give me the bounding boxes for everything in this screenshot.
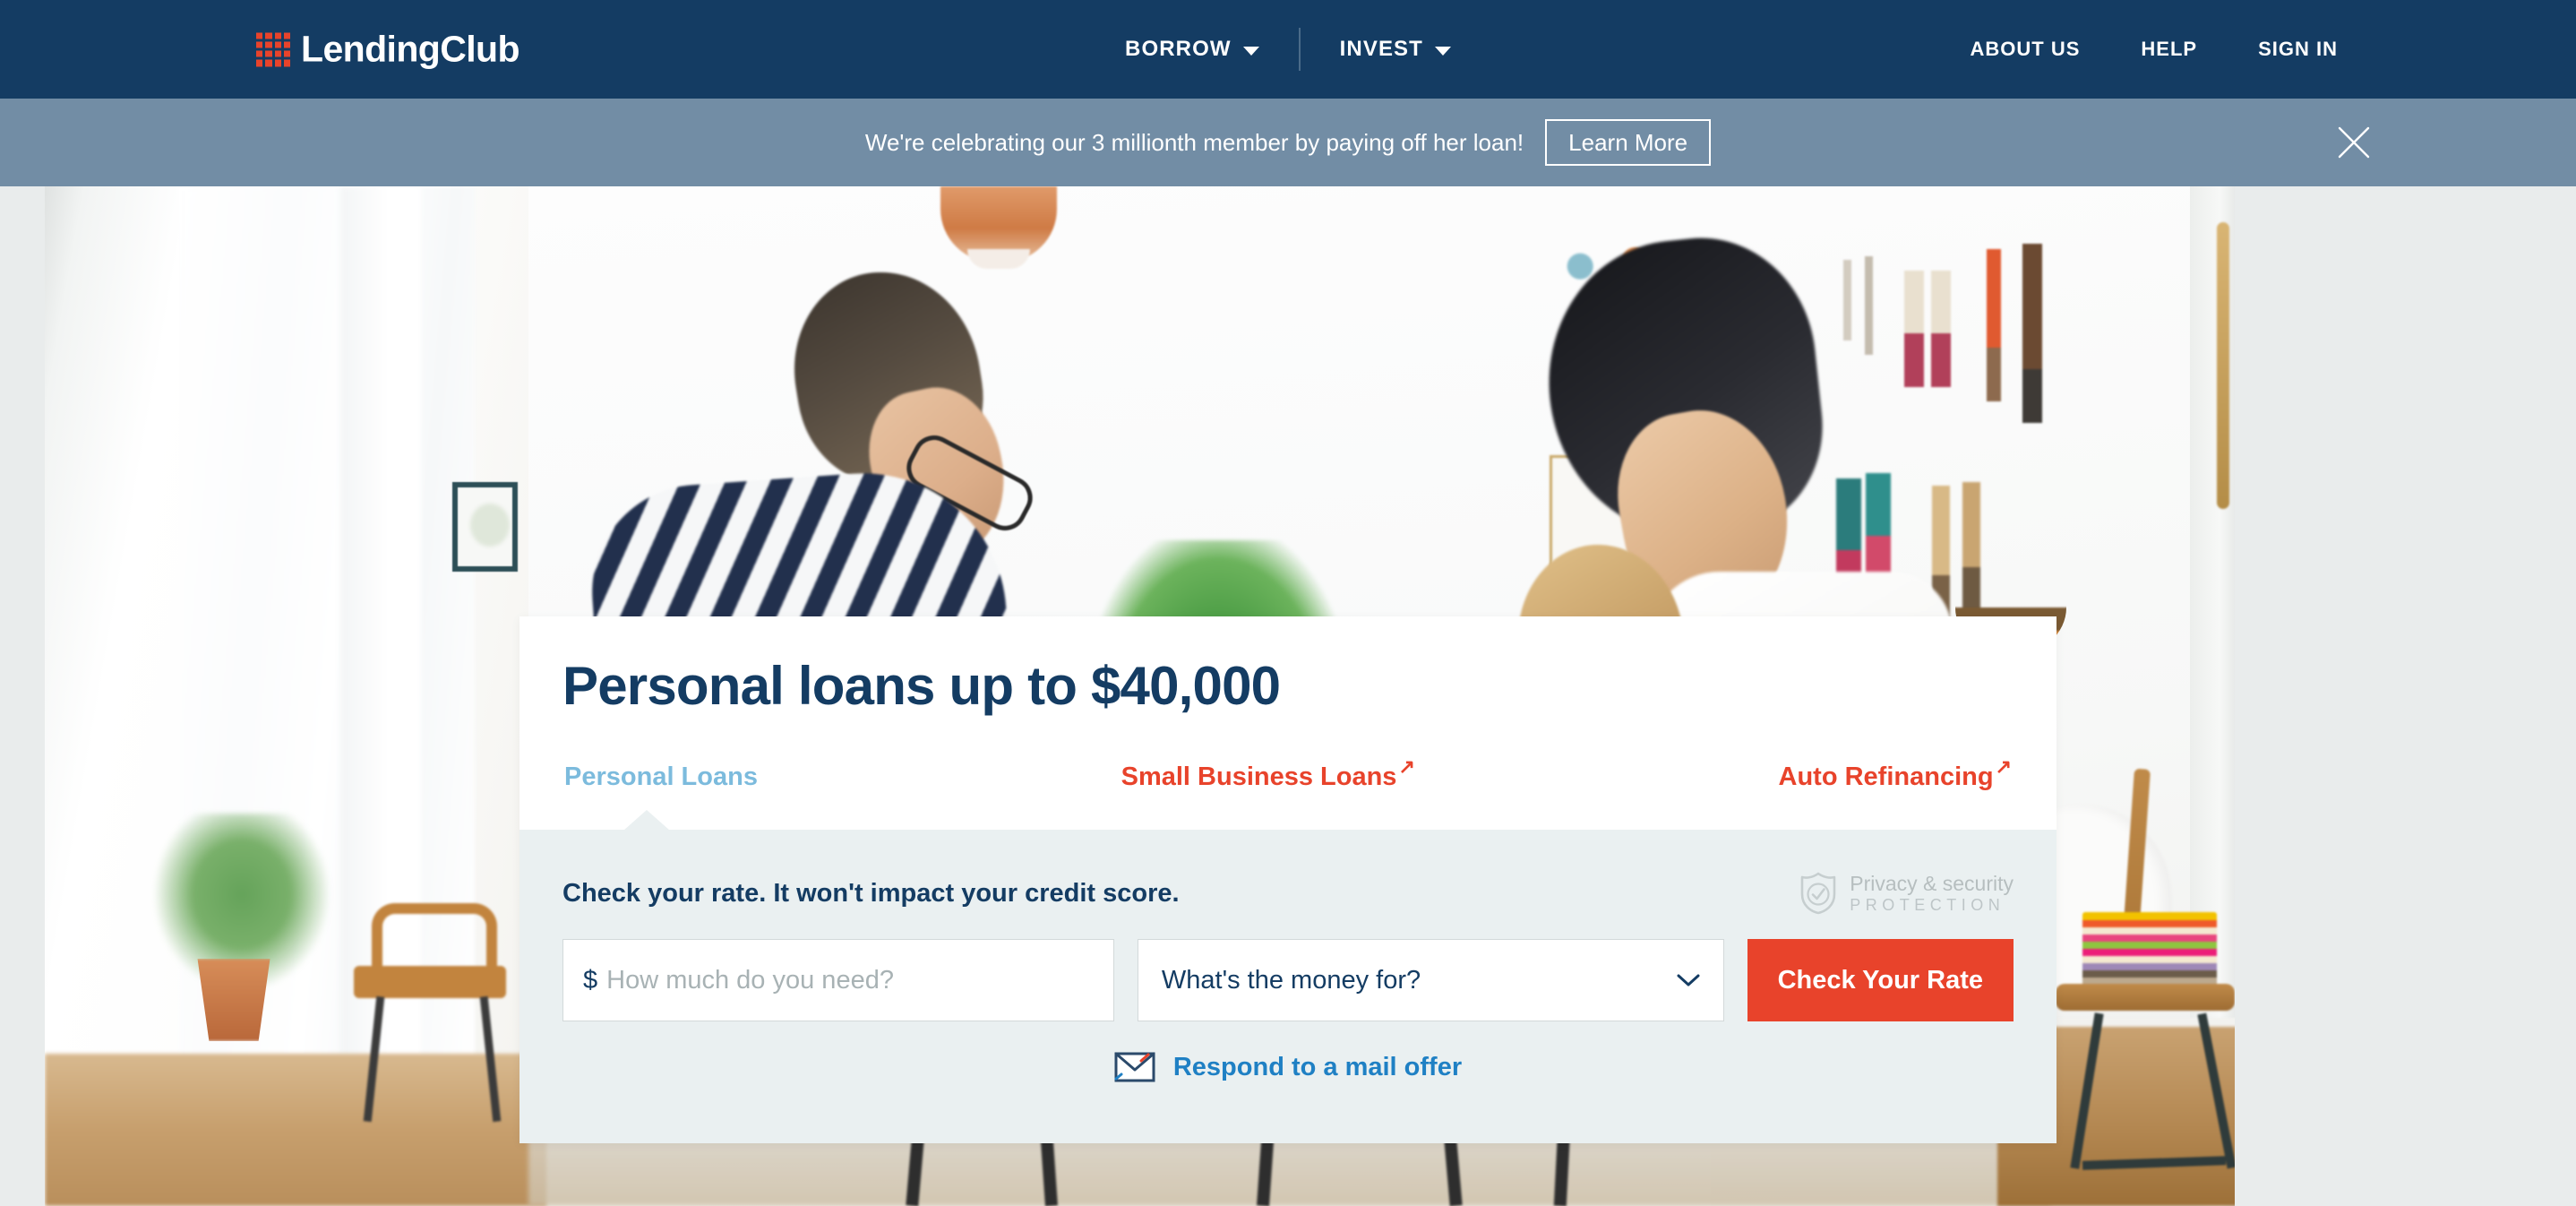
secondary-nav: ABOUT US HELP SIGN IN	[1971, 38, 2338, 61]
page-root: LendingClub BORROW INVEST ABOUT US HELP …	[0, 0, 2576, 1206]
announcement-content: We're celebrating our 3 millionth member…	[864, 119, 1712, 166]
nav-item-invest[interactable]: INVEST	[1340, 37, 1451, 62]
nav-item-sign-in[interactable]: SIGN IN	[2258, 38, 2338, 61]
respond-to-mail-offer-link[interactable]: Respond to a mail offer	[1173, 1053, 1462, 1082]
tab-auto-refinancing-label: Auto Refinancing	[1778, 762, 1994, 791]
chevron-down-icon	[1434, 46, 1451, 56]
learn-more-button[interactable]: Learn More	[1545, 119, 1712, 166]
privacy-security-badge: Privacy & security PROTECTION	[1798, 871, 2014, 916]
hero-right-gutter	[2235, 186, 2576, 1206]
tab-auto-refinancing[interactable]: Auto Refinancing ↗	[1778, 757, 2012, 792]
tab-small-business-loans[interactable]: Small Business Loans ↗	[1121, 757, 1415, 792]
close-icon[interactable]	[2333, 122, 2374, 163]
loan-purpose-selected-value: What's the money for?	[1161, 965, 1421, 995]
rate-form: $ What's the money for? Check Your Rate	[562, 939, 2014, 1021]
announcement-banner: We're celebrating our 3 millionth member…	[0, 99, 2576, 186]
check-your-rate-button[interactable]: Check Your Rate	[1747, 939, 2014, 1021]
rate-check-card: Personal loans up to $40,000 Personal Lo…	[519, 616, 2057, 1143]
external-link-icon: ↗	[1398, 755, 1415, 778]
nav-item-help[interactable]: HELP	[2141, 38, 2197, 61]
nav-item-borrow[interactable]: BORROW	[1125, 37, 1259, 62]
privacy-badge-line-1: Privacy & security	[1850, 872, 2014, 895]
nav-divider	[1298, 28, 1301, 71]
shield-check-icon	[1798, 871, 1839, 916]
form-header-row: Check your rate. It won't impact your cr…	[562, 830, 2014, 916]
privacy-badge-text: Privacy & security PROTECTION	[1850, 872, 2014, 914]
nav-item-about-us[interactable]: ABOUT US	[1971, 38, 2081, 61]
external-link-icon: ↗	[1995, 755, 2012, 778]
loan-amount-input[interactable]	[606, 940, 1094, 1021]
form-subheading: Check your rate. It won't impact your cr…	[562, 878, 1180, 908]
loan-purpose-select[interactable]: What's the money for?	[1137, 939, 1724, 1021]
chevron-down-icon	[1242, 46, 1259, 56]
tab-personal-loans-label: Personal Loans	[564, 762, 758, 791]
announcement-message: We're celebrating our 3 millionth member…	[864, 128, 1524, 156]
loan-type-tabs: Personal Loans Small Business Loans ↗ Au…	[562, 757, 2014, 792]
nav-item-invest-label: INVEST	[1339, 37, 1423, 61]
hero-left-gutter	[0, 186, 45, 1206]
page-title: Personal loans up to $40,000	[562, 656, 1281, 716]
rate-form-panel: Check your rate. It won't impact your cr…	[519, 810, 2057, 1143]
top-navigation-bar: LendingClub BORROW INVEST ABOUT US HELP …	[0, 0, 2576, 99]
nav-item-borrow-label: BORROW	[1125, 37, 1232, 61]
tab-personal-loans[interactable]: Personal Loans	[564, 762, 758, 792]
active-tab-caret-icon	[623, 810, 670, 831]
chevron-down-icon	[1677, 974, 1700, 987]
tab-small-business-loans-label: Small Business Loans	[1121, 762, 1397, 791]
dollar-sign-icon: $	[583, 965, 598, 995]
mail-offer-row[interactable]: Respond to a mail offer	[562, 1052, 2014, 1082]
privacy-badge-line-2: PROTECTION	[1850, 896, 2005, 914]
envelope-icon	[1114, 1052, 1155, 1082]
loan-amount-field[interactable]: $	[562, 939, 1114, 1021]
card-header: Personal loans up to $40,000 Personal Lo…	[519, 616, 2057, 792]
